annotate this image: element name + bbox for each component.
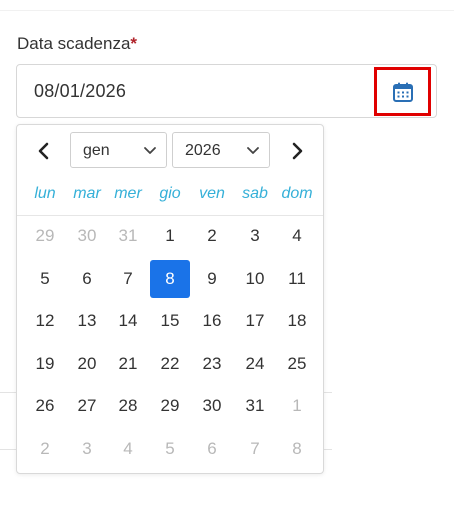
weekday-label: dom: [281, 185, 313, 202]
datepicker-popup: gen 2026 lun mar mer gio ven sab dom 29 3…: [16, 124, 324, 474]
day-cell[interactable]: 7: [235, 430, 275, 468]
day-cell[interactable]: 11: [277, 260, 317, 298]
day-cell[interactable]: 14: [108, 302, 148, 340]
day-cell[interactable]: 17: [235, 302, 275, 340]
weekday-header: lun mar mer gio ven sab dom: [17, 175, 323, 216]
year-select-value: 2026: [185, 142, 221, 159]
day-cell[interactable]: 2: [25, 430, 65, 468]
day-cell[interactable]: 22: [150, 345, 190, 383]
weekday-label: mar: [73, 185, 101, 202]
day-cell[interactable]: 30: [67, 217, 107, 255]
field-label-text: Data scadenza: [17, 34, 131, 53]
month-select-value: gen: [83, 142, 110, 159]
day-cell[interactable]: 27: [67, 387, 107, 425]
background-divider: [324, 449, 332, 450]
required-marker: *: [130, 34, 138, 53]
weekday-label: lun: [34, 185, 56, 202]
background-divider: [0, 449, 16, 450]
weekday-label: mer: [114, 185, 142, 202]
day-cell[interactable]: 30: [192, 387, 232, 425]
day-cell[interactable]: 2: [192, 217, 232, 255]
day-cell[interactable]: 4: [108, 430, 148, 468]
background-divider: [324, 392, 332, 393]
day-cell[interactable]: 28: [108, 387, 148, 425]
day-cell[interactable]: 23: [192, 345, 232, 383]
weekday-label: sab: [242, 185, 268, 202]
day-cell[interactable]: 5: [150, 430, 190, 468]
prev-month-button[interactable]: [31, 135, 57, 167]
date-value: 08/01/2026: [34, 81, 127, 101]
next-month-button[interactable]: [284, 135, 310, 167]
day-cell[interactable]: 5: [25, 260, 65, 298]
field-label: Data scadenza*: [17, 34, 137, 54]
day-cell-selected[interactable]: 8: [150, 260, 190, 298]
day-cell[interactable]: 4: [277, 217, 317, 255]
day-cell[interactable]: 31: [108, 217, 148, 255]
day-cell[interactable]: 18: [277, 302, 317, 340]
day-cell[interactable]: 3: [235, 217, 275, 255]
day-cell[interactable]: 9: [192, 260, 232, 298]
day-cell[interactable]: 16: [192, 302, 232, 340]
day-cell[interactable]: 13: [67, 302, 107, 340]
top-divider: [0, 10, 454, 11]
chevron-down-icon: [144, 147, 156, 154]
day-cell[interactable]: 6: [67, 260, 107, 298]
year-select[interactable]: 2026: [172, 132, 270, 168]
day-cell[interactable]: 6: [192, 430, 232, 468]
day-cell[interactable]: 24: [235, 345, 275, 383]
month-select[interactable]: gen: [70, 132, 167, 168]
calendar-icon: [392, 82, 413, 102]
day-cell[interactable]: 15: [150, 302, 190, 340]
day-cell[interactable]: 19: [25, 345, 65, 383]
day-cell[interactable]: 29: [150, 387, 190, 425]
day-cell[interactable]: 25: [277, 345, 317, 383]
day-cell[interactable]: 29: [25, 217, 65, 255]
day-cell[interactable]: 8: [277, 430, 317, 468]
day-cell[interactable]: 7: [108, 260, 148, 298]
day-cell[interactable]: 3: [67, 430, 107, 468]
background-divider: [0, 392, 16, 393]
day-cell[interactable]: 31: [235, 387, 275, 425]
weekday-label: gio: [159, 185, 181, 202]
day-cell[interactable]: 1: [277, 387, 317, 425]
day-cell[interactable]: 21: [108, 345, 148, 383]
chevron-right-icon: [292, 142, 303, 160]
day-cell[interactable]: 1: [150, 217, 190, 255]
chevron-down-icon: [247, 147, 259, 154]
day-cell[interactable]: 10: [235, 260, 275, 298]
day-cell[interactable]: 26: [25, 387, 65, 425]
day-cell[interactable]: 12: [25, 302, 65, 340]
calendar-button[interactable]: [374, 67, 431, 116]
weekday-label: ven: [199, 185, 225, 202]
day-cell[interactable]: 20: [67, 345, 107, 383]
chevron-left-icon: [38, 142, 49, 160]
